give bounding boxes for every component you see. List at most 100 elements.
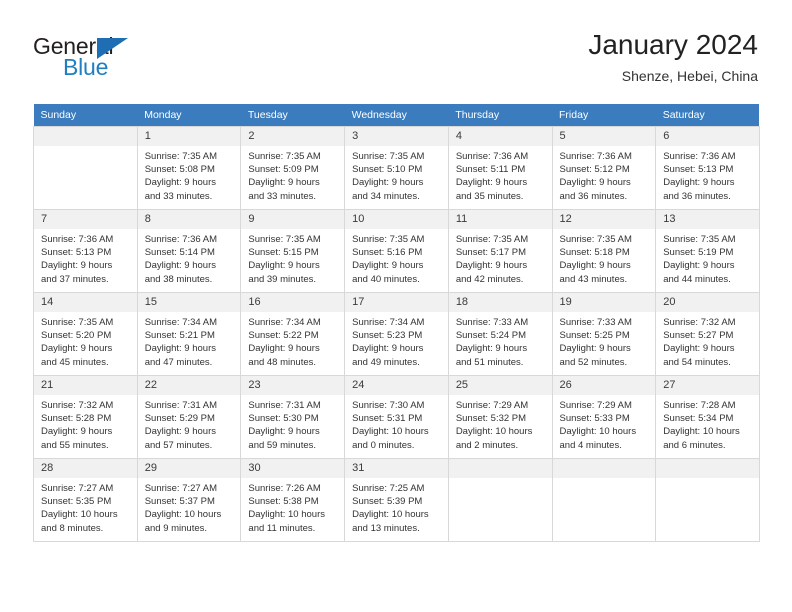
sunset-text: Sunset: 5:29 PM [144, 413, 215, 425]
day-details: Sunrise: 7:35 AM Sunset: 5:17 PM Daylight:… [449, 229, 552, 286]
day-details: Sunrise: 7:30 AM Sunset: 5:31 PM Daylight:… [345, 395, 448, 452]
day-details: Sunrise: 7:35 AM Sunset: 5:09 PM Daylight:… [241, 146, 344, 203]
daylight-text: Daylight: 9 hours and 38 minutes. [144, 260, 216, 285]
sunset-text: Sunset: 5:19 PM [663, 247, 734, 259]
calendar-page: General Blue January 2024 Shenze, Hebei,… [0, 0, 792, 612]
day-number: 24 [345, 376, 448, 395]
calendar-day-cell[interactable]: 15 Sunrise: 7:34 AM Sunset: 5:21 PM Dayligh… [137, 292, 242, 376]
day-number: 5 [552, 127, 656, 146]
day-details: Sunrise: 7:35 AM Sunset: 5:08 PM Daylight:… [138, 146, 241, 203]
sunrise-text: Sunrise: 7:34 AM [248, 317, 321, 328]
calendar-day-cell[interactable]: 17 Sunrise: 7:34 AM Sunset: 5:23 PM Dayligh… [344, 292, 449, 376]
calendar-week-row: 21 Sunrise: 7:32 AM Sunset: 5:28 PM Dayligh… [33, 375, 760, 459]
sunrise-text: Sunrise: 7:35 AM [352, 234, 425, 245]
calendar-day-cell[interactable]: 2 Sunrise: 7:35 AM Sunset: 5:09 PM Daylight… [240, 126, 346, 210]
day-details: Sunrise: 7:27 AM Sunset: 5:35 PM Daylight:… [34, 478, 137, 535]
sunrise-text: Sunrise: 7:27 AM [144, 483, 218, 494]
calendar-day-cell[interactable]: 22 Sunrise: 7:31 AM Sunset: 5:29 PM Dayligh… [137, 375, 242, 459]
daylight-text: Daylight: 9 hours and 54 minutes. [663, 343, 735, 368]
daylight-text: Daylight: 9 hours and 35 minutes. [455, 177, 528, 202]
daylight-text: Daylight: 10 hours and 6 minutes. [663, 426, 740, 451]
calendar-day-cell-empty [655, 458, 760, 542]
calendar-day-cell[interactable]: 16 Sunrise: 7:34 AM Sunset: 5:22 PM Dayligh… [240, 292, 346, 376]
day-number: 12 [552, 210, 656, 229]
calendar-weekday-header-row: Sunday Monday Tuesday Wednesday Thursday… [33, 104, 760, 127]
calendar-day-cell[interactable]: 11 Sunrise: 7:35 AM Sunset: 5:17 PM Dayligh… [448, 209, 553, 293]
calendar-day-cell[interactable]: 26 Sunrise: 7:29 AM Sunset: 5:33 PM Dayligh… [552, 375, 657, 459]
day-number [34, 127, 137, 146]
sunrise-text: Sunrise: 7:36 AM [559, 151, 632, 162]
calendar-day-cell[interactable]: 4 Sunrise: 7:36 AM Sunset: 5:11 PM Daylight… [448, 126, 553, 210]
day-number: 10 [345, 210, 448, 229]
calendar-day-cell[interactable]: 27 Sunrise: 7:28 AM Sunset: 5:34 PM Dayligh… [655, 375, 760, 459]
sunset-text: Sunset: 5:11 PM [455, 164, 526, 176]
daylight-text: Daylight: 9 hours and 39 minutes. [248, 260, 320, 285]
calendar-week-row: 28 Sunrise: 7:27 AM Sunset: 5:35 PM Dayligh… [33, 458, 760, 542]
calendar-day-cell[interactable]: 29 Sunrise: 7:27 AM Sunset: 5:37 PM Dayligh… [137, 458, 242, 542]
calendar-day-cell[interactable]: 14 Sunrise: 7:35 AM Sunset: 5:20 PM Dayligh… [33, 292, 138, 376]
day-details: Sunrise: 7:35 AM Sunset: 5:16 PM Daylight:… [345, 229, 448, 286]
page-header: General Blue January 2024 Shenze, Hebei,… [0, 0, 792, 104]
daylight-text: Daylight: 10 hours and 0 minutes. [352, 426, 429, 451]
daylight-text: Daylight: 10 hours and 11 minutes. [248, 509, 325, 534]
day-number: 30 [241, 459, 345, 478]
calendar-day-cell[interactable]: 5 Sunrise: 7:36 AM Sunset: 5:12 PM Daylight… [552, 126, 657, 210]
calendar-day-cell[interactable]: 9 Sunrise: 7:35 AM Sunset: 5:15 PM Daylight… [240, 209, 346, 293]
calendar-day-cell[interactable]: 8 Sunrise: 7:36 AM Sunset: 5:14 PM Daylight… [137, 209, 242, 293]
calendar-day-cell[interactable]: 3 Sunrise: 7:35 AM Sunset: 5:10 PM Daylight… [344, 126, 449, 210]
weekday-header-friday: Friday [552, 104, 656, 127]
daylight-text: Daylight: 9 hours and 33 minutes. [248, 177, 320, 202]
sunset-text: Sunset: 5:23 PM [352, 330, 423, 342]
calendar-day-cell[interactable]: 31 Sunrise: 7:25 AM Sunset: 5:39 PM Dayligh… [344, 458, 449, 542]
calendar-day-cell[interactable]: 23 Sunrise: 7:31 AM Sunset: 5:30 PM Dayligh… [240, 375, 346, 459]
sunrise-text: Sunrise: 7:27 AM [41, 483, 114, 494]
daylight-text: Daylight: 9 hours and 57 minutes. [144, 426, 216, 451]
calendar-day-cell[interactable]: 18 Sunrise: 7:33 AM Sunset: 5:24 PM Dayligh… [448, 292, 553, 376]
calendar-day-cell[interactable]: 13 Sunrise: 7:35 AM Sunset: 5:19 PM Dayligh… [655, 209, 760, 293]
calendar-day-cell[interactable]: 12 Sunrise: 7:35 AM Sunset: 5:18 PM Dayligh… [552, 209, 657, 293]
day-number: 31 [345, 459, 448, 478]
sunset-text: Sunset: 5:39 PM [352, 496, 423, 508]
calendar-day-cell[interactable]: 7 Sunrise: 7:36 AM Sunset: 5:13 PM Daylight… [33, 209, 138, 293]
calendar-day-cell[interactable]: 6 Sunrise: 7:36 AM Sunset: 5:13 PM Daylight… [655, 126, 760, 210]
general-blue-logo[interactable]: General Blue [33, 33, 233, 81]
day-details: Sunrise: 7:34 AM Sunset: 5:22 PM Daylight:… [241, 312, 344, 369]
sunrise-text: Sunrise: 7:29 AM [559, 400, 632, 411]
calendar-day-cell[interactable]: 25 Sunrise: 7:29 AM Sunset: 5:32 PM Dayligh… [448, 375, 553, 459]
day-details: Sunrise: 7:35 AM Sunset: 5:20 PM Daylight:… [34, 312, 137, 369]
calendar-day-cell[interactable]: 24 Sunrise: 7:30 AM Sunset: 5:31 PM Dayligh… [344, 375, 449, 459]
daylight-text: Daylight: 9 hours and 36 minutes. [663, 177, 735, 202]
sunset-text: Sunset: 5:10 PM [352, 164, 423, 176]
day-number [656, 459, 759, 478]
weekday-header-sunday: Sunday [33, 104, 138, 127]
calendar-day-cell[interactable]: 19 Sunrise: 7:33 AM Sunset: 5:25 PM Dayligh… [552, 292, 657, 376]
calendar-day-cell[interactable]: 20 Sunrise: 7:32 AM Sunset: 5:27 PM Dayligh… [655, 292, 760, 376]
calendar-day-cell[interactable]: 10 Sunrise: 7:35 AM Sunset: 5:16 PM Dayligh… [344, 209, 449, 293]
daylight-text: Daylight: 9 hours and 44 minutes. [663, 260, 735, 285]
sunrise-text: Sunrise: 7:35 AM [352, 151, 425, 162]
daylight-text: Daylight: 9 hours and 48 minutes. [248, 343, 320, 368]
sunset-text: Sunset: 5:34 PM [663, 413, 734, 425]
day-number: 16 [241, 293, 345, 312]
calendar-week-row: 1 Sunrise: 7:35 AM Sunset: 5:08 PM Daylight… [33, 126, 760, 210]
calendar-day-cell[interactable]: 28 Sunrise: 7:27 AM Sunset: 5:35 PM Dayligh… [33, 458, 138, 542]
sunset-text: Sunset: 5:14 PM [144, 247, 215, 259]
sunrise-text: Sunrise: 7:25 AM [352, 483, 425, 494]
daylight-text: Daylight: 9 hours and 55 minutes. [41, 426, 113, 451]
sunset-text: Sunset: 5:35 PM [41, 496, 112, 508]
sunset-text: Sunset: 5:24 PM [455, 330, 527, 342]
day-details: Sunrise: 7:31 AM Sunset: 5:30 PM Daylight:… [241, 395, 344, 452]
sunset-text: Sunset: 5:13 PM [41, 247, 112, 259]
calendar-day-cell[interactable]: 1 Sunrise: 7:35 AM Sunset: 5:08 PM Daylight… [137, 126, 242, 210]
sunset-text: Sunset: 5:15 PM [248, 247, 319, 259]
sunrise-text: Sunrise: 7:26 AM [248, 483, 321, 494]
day-number: 14 [34, 293, 137, 312]
sunrise-text: Sunrise: 7:35 AM [663, 234, 736, 245]
daylight-text: Daylight: 9 hours and 33 minutes. [144, 177, 216, 202]
calendar-day-cell[interactable]: 21 Sunrise: 7:32 AM Sunset: 5:28 PM Dayligh… [33, 375, 138, 459]
day-details: Sunrise: 7:33 AM Sunset: 5:24 PM Daylight:… [449, 312, 552, 369]
daylight-text: Daylight: 9 hours and 59 minutes. [248, 426, 320, 451]
calendar-week-row: 14 Sunrise: 7:35 AM Sunset: 5:20 PM Dayligh… [33, 292, 760, 376]
calendar-day-cell[interactable]: 30 Sunrise: 7:26 AM Sunset: 5:38 PM Dayligh… [240, 458, 346, 542]
day-number: 9 [241, 210, 345, 229]
